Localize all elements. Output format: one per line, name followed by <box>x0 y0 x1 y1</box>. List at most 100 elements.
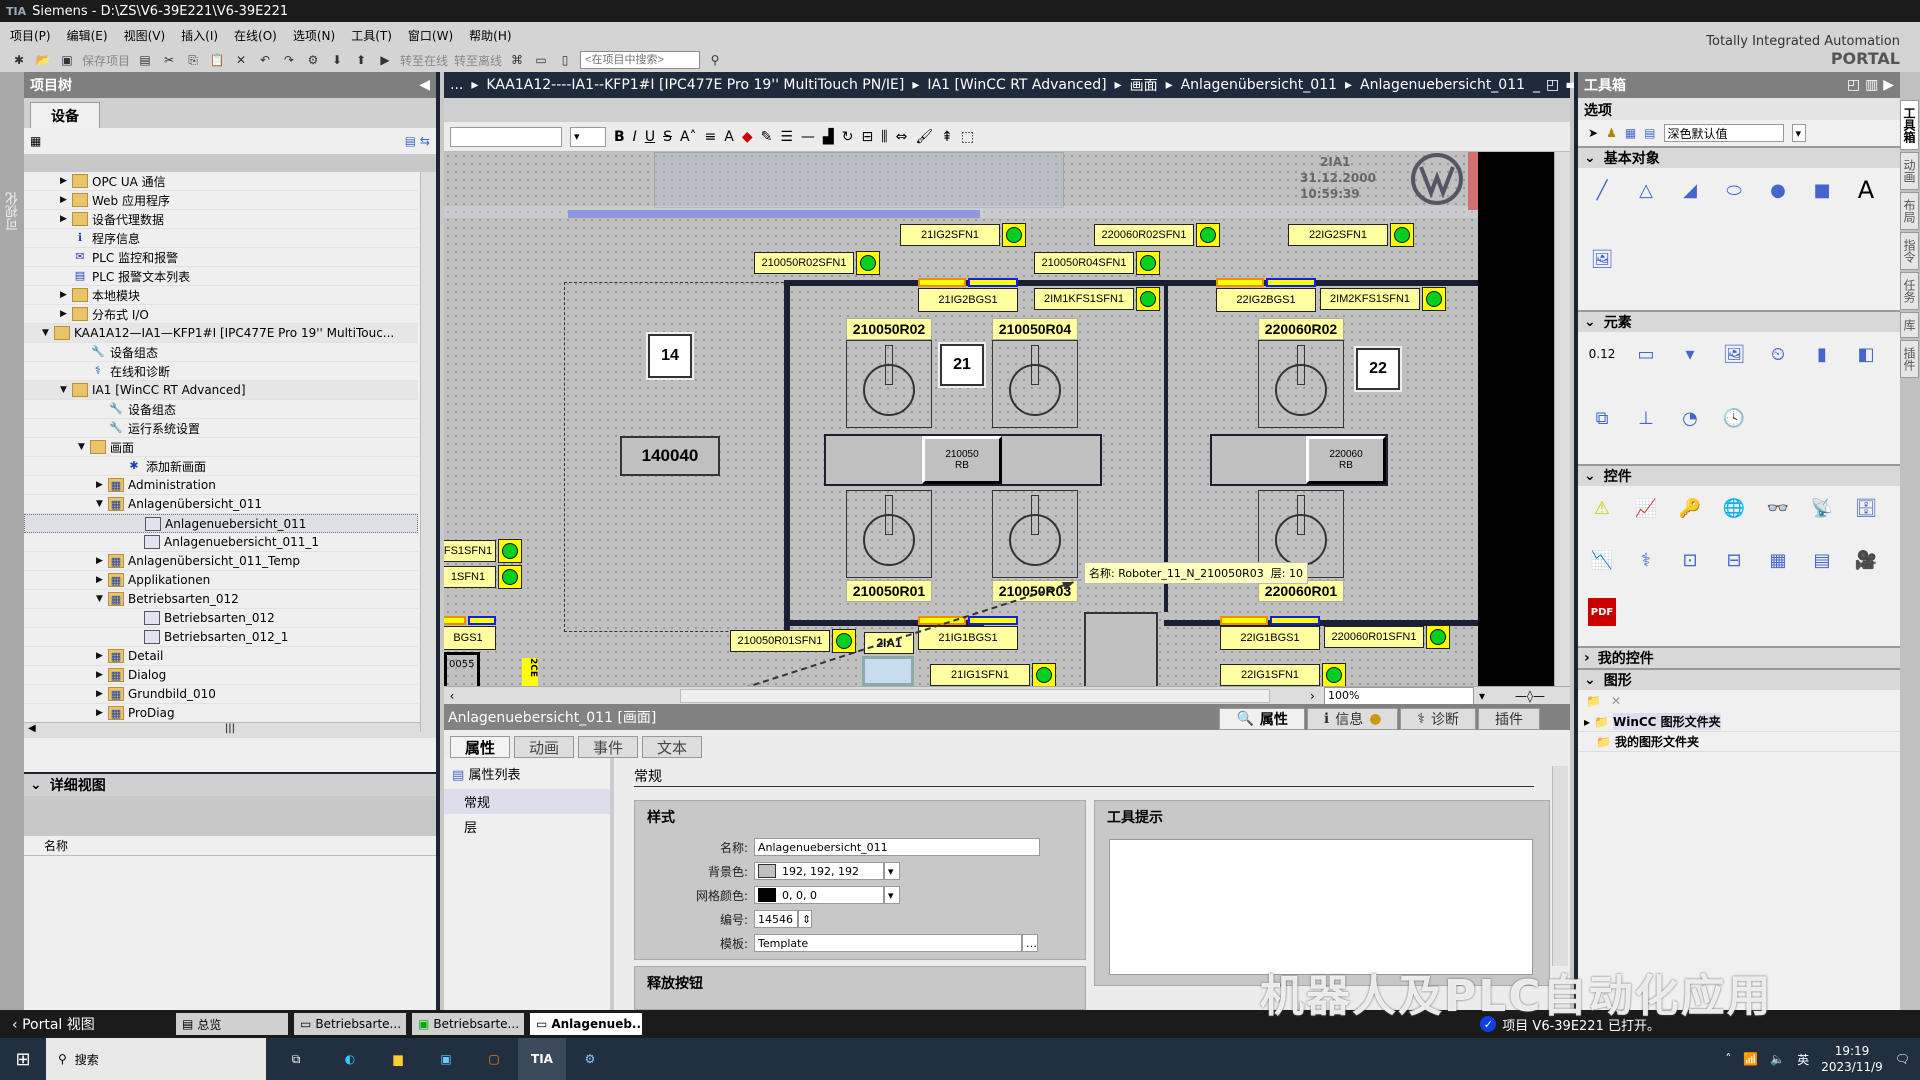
polygon-tool-icon[interactable]: ◢ <box>1676 176 1704 204</box>
editor-tab[interactable]: ▣ Betriebsarte... <box>412 1013 524 1035</box>
expand-toggle-icon[interactable]: ▼ <box>96 594 108 604</box>
new-project-icon[interactable]: ✱ <box>10 51 28 69</box>
accessible-devices-icon[interactable]: ⌘ <box>508 51 526 69</box>
tree-item[interactable]: ✱ 添加新画面 <box>24 457 418 476</box>
robot-label[interactable]: 210050R04 <box>992 318 1078 340</box>
plc-code-view-icon[interactable]: ⊡ <box>1676 546 1704 574</box>
bg-color-field[interactable]: 192, 192, 192 <box>782 865 859 878</box>
status-lamp-icon[interactable] <box>856 251 880 275</box>
tab-texts[interactable]: 文本 <box>642 736 702 758</box>
expand-toggle-icon[interactable]: ▶ <box>96 556 108 566</box>
download-icon[interactable]: ⬇ <box>328 51 346 69</box>
clock[interactable]: 19:19 2023/11/9 <box>1821 1043 1883 1075</box>
tab-attributes[interactable]: 属性 <box>450 736 510 758</box>
rb-box[interactable]: 220060 RB <box>1306 436 1386 484</box>
text-tool-icon[interactable]: A <box>1852 176 1880 204</box>
side-tab-tasks[interactable]: 任务 <box>1900 272 1919 310</box>
breadcrumb-screen[interactable]: Anlagenuebersicht_011 <box>1360 77 1525 93</box>
robot-symbol-icon[interactable] <box>846 340 932 428</box>
add-folder-link-icon[interactable]: 📁 <box>1586 694 1601 708</box>
tree-item[interactable]: 🔧 设备组态 <box>24 343 418 362</box>
status-lamp-icon[interactable] <box>1422 287 1446 311</box>
user-view-icon[interactable]: 🔑 <box>1676 494 1704 522</box>
status-label[interactable]: FS1SFN1 <box>444 540 496 562</box>
status-label[interactable]: 22IG1SFN1 <box>1220 664 1320 686</box>
volume-icon[interactable]: 🔈 <box>1770 1052 1785 1066</box>
bg-color-dropdown-icon[interactable]: ▾ <box>884 862 900 880</box>
ime-indicator[interactable]: 英 <box>1797 1051 1809 1068</box>
menu-tools[interactable]: 工具(T) <box>351 27 392 44</box>
tree-item[interactable]: ▶ ▦ Administration <box>24 476 418 495</box>
tooltip-textarea[interactable] <box>1109 839 1533 975</box>
f-x-trend-icon[interactable]: 📉 <box>1588 546 1616 574</box>
property-list-item[interactable]: 层 <box>444 814 610 839</box>
robot-label[interactable]: 220060R02 <box>1258 318 1344 340</box>
number-stepper[interactable]: ⇕ <box>798 910 812 928</box>
section-graphics[interactable]: ⌄ 图形 <box>1578 668 1900 690</box>
station-number-box[interactable]: 140040 <box>620 436 720 476</box>
expand-toggle-icon[interactable]: ▼ <box>42 328 54 338</box>
button-icon[interactable]: ▭ <box>1632 340 1660 368</box>
status-label[interactable]: 2IM1KFS1SFN1 <box>1034 288 1134 310</box>
strike-button[interactable]: S <box>663 129 672 145</box>
canvas-hscrollbar[interactable]: ‹ › 100% ▾ —◊— <box>444 686 1570 705</box>
sm-view-icon[interactable]: 📡 <box>1808 494 1836 522</box>
diagnostics-view-icon[interactable]: ⚕ <box>1632 546 1660 574</box>
section-controls[interactable]: ⌄ 控件 <box>1578 464 1900 486</box>
edge-icon[interactable]: ◐ <box>326 1052 374 1066</box>
editor-tab[interactable]: ▭ Anlagenueb... <box>530 1013 642 1035</box>
zoom-slider[interactable]: —◊— <box>1490 689 1570 703</box>
io-field-icon[interactable]: 0.12 <box>1588 340 1616 368</box>
tree-item[interactable]: ▼ ▦ Betriebsarten_012 <box>24 590 418 609</box>
prodiag-overview-icon[interactable]: ⊟ <box>1720 546 1748 574</box>
expand-toggle-icon[interactable]: ▶ <box>60 195 72 205</box>
paste-icon[interactable]: 📋 <box>208 51 226 69</box>
sensor-label[interactable]: 21IG2BGS1 <box>918 288 1018 312</box>
line-color-icon[interactable]: ✎ <box>761 129 773 145</box>
tree-item[interactable]: ✉ PLC 监控和报警 <box>24 248 418 267</box>
status-lamp-icon[interactable] <box>1002 223 1026 247</box>
stamp-icon[interactable]: ♟ <box>1606 126 1617 140</box>
underline-button[interactable]: U <box>645 129 655 145</box>
rectangle-tool-icon[interactable]: ■ <box>1808 176 1836 204</box>
app-icon[interactable]: ▣ <box>422 1052 470 1066</box>
tab-info[interactable]: ℹ 信息 ● <box>1306 708 1399 730</box>
pointer-icon[interactable]: ➤ <box>1588 126 1598 140</box>
tia-portal-taskbar-icon[interactable]: TIA <box>518 1038 566 1080</box>
side-tab-layout[interactable]: 布局 <box>1900 192 1919 230</box>
tree-item[interactable]: ▶ ▦ ProDiag <box>24 704 418 722</box>
font-grow-icon[interactable]: A˄ <box>680 129 697 145</box>
notification-icon[interactable]: 🗨 <box>1895 1052 1910 1066</box>
italic-button[interactable]: I <box>633 129 637 145</box>
tab-animation[interactable]: 动画 <box>514 736 574 758</box>
tab-devices[interactable]: 设备 <box>30 102 100 128</box>
tree-item[interactable]: ▶ 分布式 I/O <box>24 305 418 324</box>
distribute-icon[interactable]: ⫼ <box>881 129 887 145</box>
editor-tab[interactable]: ▭ Betriebsarte... <box>294 1013 406 1035</box>
tree-item[interactable]: Betriebsarten_012_1 <box>24 628 418 647</box>
sensor-label[interactable]: 22IG1BGS1 <box>1220 626 1320 650</box>
line-width-icon[interactable]: ☰ <box>780 129 793 145</box>
collapse-panel-icon[interactable]: ◀ <box>419 77 430 93</box>
tree-item[interactable]: ▶ ▦ Grundbild_010 <box>24 685 418 704</box>
tree-item[interactable]: ▼ 画面 <box>24 438 418 457</box>
status-label[interactable]: 1SFN1 <box>444 566 496 588</box>
go-offline-button[interactable]: 转至离线 <box>454 52 502 69</box>
menu-edit[interactable]: 编辑(E) <box>67 27 108 44</box>
cell-number-box[interactable]: 21 <box>938 342 986 388</box>
menu-options[interactable]: 选项(N) <box>293 27 335 44</box>
status-label[interactable]: 21IG2SFN1 <box>900 224 1000 246</box>
screen-canvas[interactable]: 2IA1 31.12.2000 10:59:39 21IG2SFN1 220060… <box>444 152 1478 686</box>
canvas-vscrollbar[interactable] <box>1554 152 1570 686</box>
font-select[interactable] <box>450 126 562 147</box>
expand-toggle-icon[interactable]: ▶ <box>60 290 72 300</box>
float-icon[interactable]: ◰ <box>1546 77 1565 93</box>
menu-online[interactable]: 在线(O) <box>234 27 277 44</box>
visualization-tab[interactable]: 可视化 <box>4 192 23 231</box>
grid-color-field[interactable]: 0, 0, 0 <box>782 889 817 902</box>
editor-tab[interactable]: ▤ 总览 <box>176 1013 288 1035</box>
zoom-dropdown-icon[interactable]: ▾ <box>1474 689 1490 703</box>
robot-symbol-icon[interactable] <box>846 490 932 578</box>
menu-window[interactable]: 窗口(W) <box>408 27 453 44</box>
date-time-icon[interactable]: ⏲ <box>1764 340 1792 368</box>
